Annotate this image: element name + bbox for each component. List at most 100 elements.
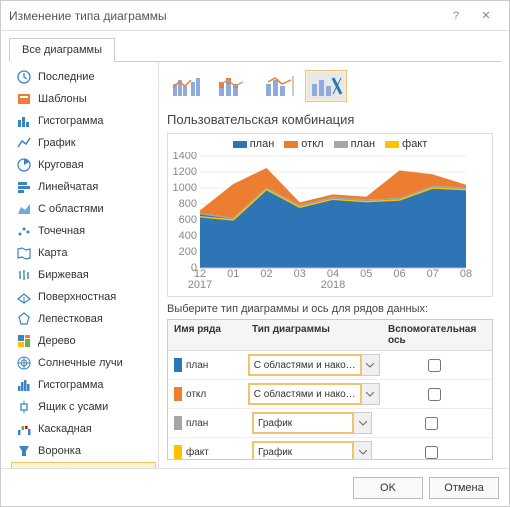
histo-icon xyxy=(17,378,31,392)
subtype-2[interactable] xyxy=(213,70,255,102)
templates-icon xyxy=(17,92,31,106)
sidebar-item-label: Воронка xyxy=(38,445,81,457)
sidebar-item-label: Солнечные лучи xyxy=(38,357,123,369)
dialog-footer: OK Отмена xyxy=(1,468,509,506)
subtype-4-selected[interactable] xyxy=(305,70,347,102)
sidebar-item-recent[interactable]: Последние xyxy=(9,66,158,88)
sidebar-item-funnel[interactable]: Воронка xyxy=(9,440,158,462)
sidebar-item-label: Гистограмма xyxy=(38,115,104,127)
sidebar-item-label: Дерево xyxy=(38,335,76,347)
sidebar-item-label: Линейчатая xyxy=(38,181,98,193)
svg-text:03: 03 xyxy=(294,268,306,280)
sidebar-item-label: Лепестковая xyxy=(38,313,103,325)
sidebar-item-boxw[interactable]: Ящик с усами xyxy=(9,396,158,418)
sidebar-item-label: Шаблоны xyxy=(38,93,87,105)
series-color-swatch xyxy=(174,416,182,430)
secondary-axis-checkbox[interactable] xyxy=(428,359,441,372)
change-chart-type-dialog: Изменение типа диаграммы ? ✕ Все диаграм… xyxy=(0,0,510,507)
svg-text:07: 07 xyxy=(427,268,439,280)
sidebar-item-label: Карта xyxy=(38,247,67,259)
legend-swatch xyxy=(284,141,298,148)
sidebar-item-radar[interactable]: Лепестковая xyxy=(9,308,158,330)
svg-text:2018: 2018 xyxy=(321,279,345,291)
secondary-axis-checkbox[interactable] xyxy=(428,388,441,401)
series-type-combo[interactable]: С областями и нако… xyxy=(248,383,362,405)
subtype-1[interactable] xyxy=(167,70,209,102)
legend-swatch xyxy=(334,141,348,148)
close-button[interactable]: ✕ xyxy=(471,1,501,31)
sidebar-item-scatter[interactable]: Точечная xyxy=(9,220,158,242)
ok-button[interactable]: OK xyxy=(353,477,423,499)
hbar-icon xyxy=(17,180,31,194)
legend-label: факт xyxy=(402,138,427,150)
series-type-combo[interactable]: С областями и нако… xyxy=(248,354,362,376)
sidebar-item-hbar[interactable]: Линейчатая xyxy=(9,176,158,198)
boxw-icon xyxy=(17,400,31,414)
tab-all-charts[interactable]: Все диаграммы xyxy=(9,38,115,62)
combo-arrow-button[interactable] xyxy=(362,383,380,405)
legend-label: откл xyxy=(301,138,323,150)
sidebar-item-map[interactable]: Карта xyxy=(9,242,158,264)
cancel-button[interactable]: Отмена xyxy=(429,477,499,499)
sidebar-item-label: Поверхностная xyxy=(38,291,116,303)
sidebar-item-stock[interactable]: Биржевая xyxy=(9,264,158,286)
series-name: откл xyxy=(186,389,244,400)
recent-icon xyxy=(17,70,31,84)
series-type-combo[interactable]: График xyxy=(252,441,354,460)
combo-arrow-button[interactable] xyxy=(362,354,380,376)
combo-arrow-button[interactable] xyxy=(354,412,372,434)
bar-icon xyxy=(17,114,31,128)
sidebar-item-sunburst[interactable]: Солнечные лучи xyxy=(9,352,158,374)
chart-legend: план откл план факт xyxy=(172,138,488,150)
chevron-down-icon xyxy=(359,421,367,426)
hdr-name: Имя ряда xyxy=(168,320,246,350)
chart-preview: планотклпланфакт 02004006008001000120014… xyxy=(167,133,493,297)
legend-item: факт xyxy=(385,138,427,150)
series-name: план xyxy=(186,418,248,429)
combo-arrow-button[interactable] xyxy=(354,441,372,460)
svg-text:01: 01 xyxy=(227,268,239,280)
sidebar-item-histo[interactable]: Гистограмма xyxy=(9,374,158,396)
series-row: откл С областями и нако… xyxy=(168,380,492,409)
sidebar-item-waterfall[interactable]: Каскадная xyxy=(9,418,158,440)
series-type-combo[interactable]: График xyxy=(252,412,354,434)
sidebar-item-templates[interactable]: Шаблоны xyxy=(9,88,158,110)
sidebar-item-label: Последние xyxy=(38,71,95,83)
hdr-secondary: Вспомогательная ось xyxy=(382,320,492,350)
sidebar-item-area[interactable]: С областями xyxy=(9,198,158,220)
svg-text:600: 600 xyxy=(179,214,197,226)
sidebar-item-tree[interactable]: Дерево xyxy=(9,330,158,352)
subtype-3[interactable] xyxy=(259,70,301,102)
secondary-axis-checkbox[interactable] xyxy=(425,446,438,459)
legend-item: план xyxy=(233,138,275,150)
sidebar-item-pie[interactable]: Круговая xyxy=(9,154,158,176)
sidebar-item-label: Ящик с усами xyxy=(38,401,108,413)
line-icon xyxy=(17,136,31,150)
series-name: факт xyxy=(186,447,248,458)
radar-icon xyxy=(17,312,31,326)
funnel-icon xyxy=(17,444,31,458)
map-icon xyxy=(17,246,31,260)
legend-label: план xyxy=(351,138,376,150)
svg-text:800: 800 xyxy=(179,198,197,210)
sunburst-icon xyxy=(17,356,31,370)
waterfall-icon xyxy=(17,422,31,436)
svg-text:08: 08 xyxy=(460,268,472,280)
sidebar-item-line[interactable]: График xyxy=(9,132,158,154)
svg-text:2017: 2017 xyxy=(188,279,212,291)
chart-type-sidebar: Последние Шаблоны Гистограмма График Кругова… xyxy=(9,62,159,468)
help-button[interactable]: ? xyxy=(441,1,471,31)
pie-icon xyxy=(17,158,31,172)
area-icon xyxy=(17,202,31,216)
series-row: факт График xyxy=(168,438,492,460)
secondary-axis-checkbox[interactable] xyxy=(425,417,438,430)
sidebar-item-bar[interactable]: Гистограмма xyxy=(9,110,158,132)
sidebar-item-surface[interactable]: Поверхностная xyxy=(9,286,158,308)
scatter-icon xyxy=(17,224,31,238)
chevron-down-icon xyxy=(366,363,374,368)
sidebar-item-label: Круговая xyxy=(38,159,84,171)
svg-text:06: 06 xyxy=(393,268,405,280)
series-grid-header: Имя ряда Тип диаграммы Вспомогательная о… xyxy=(168,320,492,351)
hdr-type: Тип диаграммы xyxy=(246,320,382,350)
dialog-title: Изменение типа диаграммы xyxy=(9,9,441,23)
